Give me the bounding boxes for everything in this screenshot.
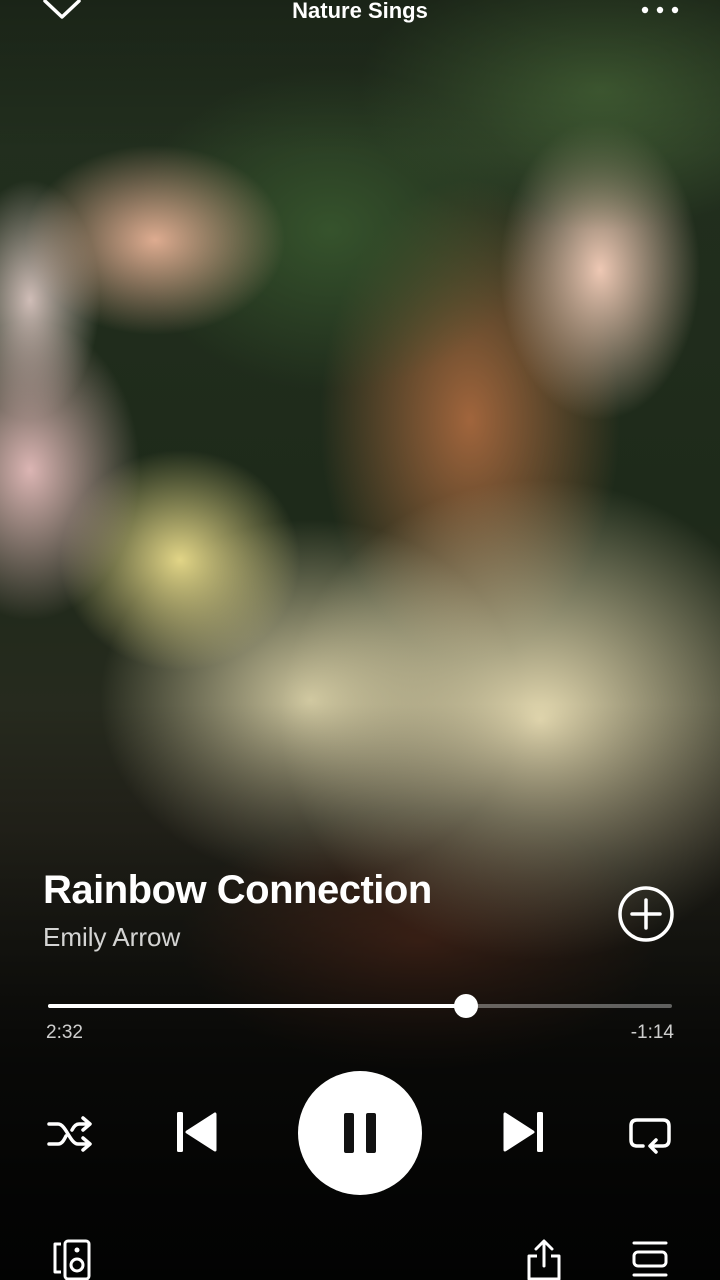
pause-icon: [344, 1113, 376, 1153]
playing-from-title[interactable]: Nature Sings: [0, 0, 720, 22]
more-horizontal-icon: [641, 6, 679, 14]
remaining-time: -1:14: [630, 1022, 674, 1043]
connect-devices-button[interactable]: [50, 1238, 94, 1280]
share-button[interactable]: [522, 1238, 566, 1280]
progress-slider[interactable]: [48, 994, 672, 1018]
queue-icon: [632, 1241, 668, 1277]
skip-next-icon: [503, 1112, 543, 1152]
next-track-button[interactable]: [498, 1106, 550, 1158]
share-icon: [527, 1239, 561, 1280]
elapsed-time: 2:32: [46, 1022, 83, 1043]
add-to-library-button[interactable]: [616, 884, 676, 944]
skip-previous-icon: [177, 1112, 217, 1152]
header: Nature Sings: [0, 0, 720, 40]
more-options-button[interactable]: [638, 0, 682, 24]
track-artist[interactable]: Emily Arrow: [43, 920, 603, 954]
track-title[interactable]: Rainbow Connection: [43, 866, 603, 914]
shuffle-button[interactable]: [44, 1108, 96, 1160]
repeat-icon: [629, 1118, 671, 1154]
previous-track-button[interactable]: [170, 1106, 222, 1158]
play-pause-button[interactable]: [298, 1071, 422, 1195]
plus-circle-icon: [618, 886, 674, 942]
progress-fill: [48, 1004, 467, 1008]
repeat-button[interactable]: [624, 1108, 676, 1160]
track-info: Rainbow Connection Emily Arrow: [43, 866, 603, 954]
now-playing-screen: Nature Sings Rainbow Connection Emily Ar…: [0, 0, 720, 1280]
queue-button[interactable]: [628, 1238, 672, 1280]
shuffle-icon: [47, 1116, 92, 1152]
progress-thumb[interactable]: [454, 994, 479, 1018]
connect-device-icon: [53, 1239, 91, 1280]
